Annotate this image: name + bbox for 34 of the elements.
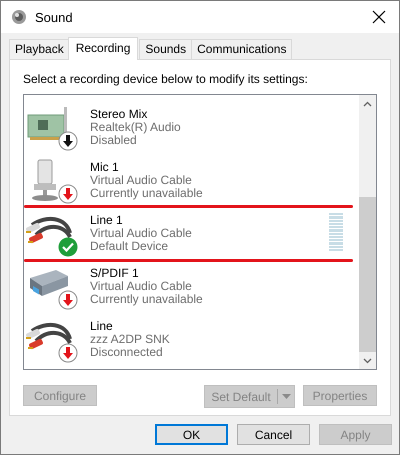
scrollbar[interactable] [359, 95, 376, 369]
dialog-button[interactable]: Cancel [237, 424, 310, 445]
device-status: Currently unavailable [90, 293, 203, 306]
tab[interactable]: Communications [191, 39, 292, 59]
device-status: Default Device [90, 240, 170, 253]
scroll-up-icon[interactable] [363, 100, 372, 106]
device-name: Stereo Mix [90, 108, 148, 121]
scrollbar-thumb[interactable] [359, 197, 376, 352]
device-name: Mic 1 [90, 161, 120, 174]
device-name: S/PDIF 1 [90, 267, 140, 280]
device-row[interactable]: Line 1 Virtual Audio Cable Default Device [24, 207, 359, 260]
instruction-text: Select a recording device below to modify its settings: [23, 72, 309, 86]
device-status: Disconnected [90, 346, 164, 359]
device-driver: Realtek(R) Audio [90, 121, 181, 134]
device-name: Line 1 [90, 214, 124, 227]
device-row[interactable]: S/PDIF 1 Virtual Audio Cable Currently unavailable [24, 260, 359, 313]
device-row[interactable]: Line zzz A2DP SNK Disconnected [24, 313, 359, 366]
tab[interactable]: Playback [9, 39, 70, 59]
device-driver: Virtual Audio Cable [90, 227, 192, 240]
window-title: Sound [35, 10, 74, 24]
tab[interactable]: Recording [68, 37, 138, 60]
device-driver: zzz A2DP SNK [90, 333, 170, 346]
device-driver: Virtual Audio Cable [90, 174, 193, 187]
tab[interactable]: Sounds [139, 39, 192, 59]
scroll-down-icon[interactable] [363, 358, 372, 364]
dialog-button[interactable]: OK [155, 424, 228, 445]
device-driver: Virtual Audio Cable [90, 280, 193, 293]
device-row[interactable]: Mic 1 Virtual Audio Cable Currently unavailable [24, 154, 359, 207]
device-status: Disabled [90, 134, 137, 147]
device-row[interactable]: Stereo Mix Realtek(R) Audio Disabled [24, 101, 359, 154]
device-name: Line [90, 320, 114, 333]
close-icon[interactable] [372, 10, 386, 24]
speaker-icon [11, 9, 27, 25]
device-status: Currently unavailable [90, 187, 203, 200]
